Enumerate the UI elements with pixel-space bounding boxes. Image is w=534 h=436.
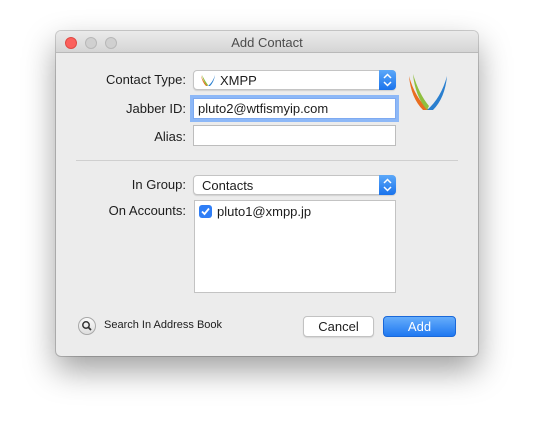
xmpp-logo-icon [409, 74, 447, 110]
contact-type-popup[interactable]: XMPP [193, 70, 396, 90]
alias-label: Alias: [154, 129, 186, 144]
window-title: Add Contact [231, 35, 303, 50]
group-popup[interactable]: Contacts [193, 175, 396, 195]
add-contact-window: Add Contact Contact Type: XMPP Jabber ID… [56, 31, 478, 356]
contact-type-label: Contact Type: [106, 72, 186, 87]
add-button[interactable]: Add [383, 316, 456, 337]
account-name: pluto1@xmpp.jp [217, 204, 312, 219]
jabber-id-field[interactable]: pluto2@wtfismyip.com [193, 98, 396, 119]
group-label: In Group: [131, 177, 186, 192]
group-value: Contacts [202, 178, 254, 193]
title-bar: Add Contact [56, 31, 478, 53]
accounts-list: pluto1@xmpp.jp [194, 200, 396, 293]
section-divider [76, 160, 458, 161]
contact-type-value: XMPP [220, 73, 257, 88]
popup-stepper-icon [379, 175, 396, 195]
magnifier-icon [78, 317, 96, 335]
account-checkbox[interactable] [199, 205, 212, 218]
jabber-id-label: Jabber ID: [126, 101, 186, 116]
popup-stepper-icon [379, 70, 396, 90]
accounts-label: On Accounts: [108, 203, 186, 218]
xmpp-logo-icon [201, 75, 215, 86]
search-address-book-label: Search In Address Book [104, 319, 223, 331]
cancel-button[interactable]: Cancel [303, 316, 374, 337]
checkmark-icon [201, 207, 210, 216]
alias-field[interactable] [193, 125, 396, 146]
